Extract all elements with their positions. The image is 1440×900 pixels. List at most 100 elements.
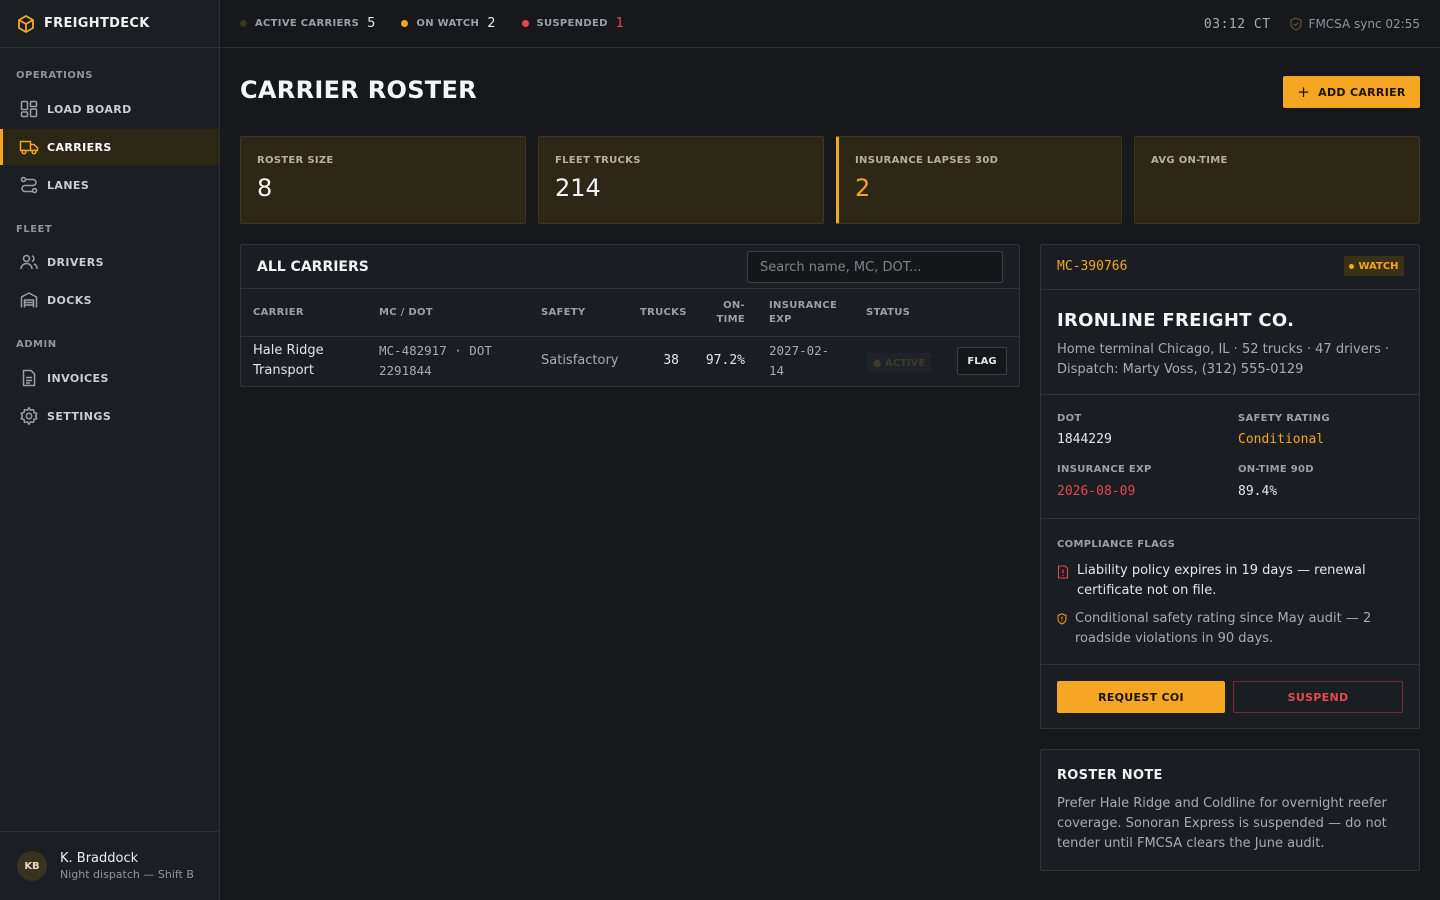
stat-label: ON WATCH [416, 18, 480, 29]
sync-status: FMCSA sync 02:55 [1289, 17, 1420, 31]
nav-section-fleet: FLEET [16, 224, 53, 235]
roster-note-title: ROSTER NOTE [1057, 768, 1163, 783]
status-dot [401, 20, 409, 27]
flag-button[interactable]: FLAG [957, 347, 1007, 375]
request-coi-button[interactable]: REQUEST COI [1057, 681, 1225, 713]
sidebar-item-label: SETTINGS [47, 409, 112, 423]
route-icon [20, 176, 38, 194]
sidebar: FREIGHTDECK OPERATIONS LOAD BOARD CARRIE… [0, 0, 220, 900]
detail-identity: IRONLINE FREIGHT CO. Home terminal Chica… [1041, 290, 1419, 395]
detail-fields: DOT 1844229 SAFETY RATING Conditional IN… [1041, 395, 1419, 519]
cell-mc-dot: MC-482917 · DOT 2291844 [379, 341, 492, 381]
compliance-flags: COMPLIANCE FLAGS Liability policy expire… [1041, 519, 1419, 665]
roster-note: ROSTER NOTE Prefer Hale Ridge and Coldli… [1040, 749, 1420, 871]
sidebar-item-label: LANES [47, 178, 90, 192]
suspend-button[interactable]: SUSPEND [1233, 681, 1403, 713]
brand-name: FREIGHTDECK [44, 16, 150, 31]
sidebar-item-invoices[interactable]: INVOICES [0, 360, 219, 396]
add-carrier-label: ADD CARRIER [1318, 85, 1406, 99]
compliance-flag-text: Conditional safety rating since May audi… [1075, 611, 1372, 646]
cell-trucks: 38 [663, 353, 679, 368]
compliance-flag-text: Liability policy expires in 19 days — re… [1077, 563, 1366, 598]
field-label-dot: DOT [1057, 413, 1082, 424]
carrier-detail-panel: MC-390766 WATCH IRONLINE FREIGHT CO. Hom… [1040, 244, 1420, 729]
table-row[interactable]: Hale Ridge Transport MC-482917 · DOT 229… [241, 245, 1019, 386]
stat-label: SUSPENDED [536, 18, 608, 29]
carriers-table-panel: ALL CARRIERS CARRIER MC / DOT SAFETY TRU… [240, 244, 1020, 387]
sync-text: FMCSA sync 02:55 [1308, 17, 1420, 31]
carrier-name-line: Transport [253, 363, 315, 378]
sidebar-item-label: DRIVERS [47, 255, 104, 269]
truck-icon [19, 140, 39, 155]
user-name: K. Braddock [60, 851, 139, 866]
sidebar-item-label: INVOICES [47, 371, 109, 385]
status-badge: ● ACTIVE [867, 353, 931, 373]
kpi-avg-on-time: AVG ON-TIME [1134, 136, 1420, 224]
sidebar-item-docks[interactable]: DOCKS [0, 282, 219, 318]
kpi-fleet-trucks: FLEET TRUCKS 214 [538, 136, 824, 224]
shield-alert-icon [1057, 613, 1067, 625]
status-dot [1349, 263, 1355, 269]
detail-mc-number: MC-390766 [1057, 259, 1128, 274]
sidebar-item-settings[interactable]: SETTINGS [0, 398, 219, 434]
compliance-flags-label: COMPLIANCE FLAGS [1057, 539, 1176, 550]
kpi-label: AVG ON-TIME [1151, 155, 1228, 166]
stat-active-carriers[interactable]: ACTIVE CARRIERS 5 [240, 16, 375, 31]
cell-insurance-exp: 2027-02- 14 [769, 341, 829, 381]
badge-label: WATCH [1358, 260, 1399, 272]
kpi-insurance-lapses: INSURANCE LAPSES 30D 2 [836, 136, 1122, 224]
watch-badge: WATCH [1344, 256, 1404, 276]
detail-carrier-subtitle: Home terminal Chicago, IL · 52 trucks · … [1057, 342, 1390, 377]
kpi-roster-size: ROSTER SIZE 8 [240, 136, 526, 224]
detail-header: MC-390766 WATCH [1041, 245, 1419, 290]
user-profile[interactable]: KB K. Braddock Night dispatch — Shift B [0, 831, 219, 900]
kpi-value: 2 [855, 174, 871, 202]
stat-suspended[interactable]: SUSPENDED 1 [521, 16, 624, 31]
status-dot [521, 20, 529, 27]
user-role: Night dispatch — Shift B [60, 868, 194, 881]
kpi-label: FLEET TRUCKS [555, 155, 641, 166]
sidebar-item-label: DOCKS [47, 293, 93, 307]
shield-icon [1289, 17, 1302, 31]
sidebar-item-carriers[interactable]: CARRIERS [0, 129, 219, 165]
field-value-safety: Conditional [1238, 432, 1325, 447]
stat-value: 5 [367, 16, 376, 31]
sidebar-item-label: CARRIERS [47, 140, 112, 154]
field-label-on-time: ON-TIME 90D [1238, 464, 1314, 475]
add-carrier-button[interactable]: + ADD CARRIER [1283, 76, 1420, 108]
warehouse-icon [20, 292, 38, 308]
field-value-on-time: 89.4% [1238, 484, 1278, 499]
mc-dot-line: MC-482917 · DOT [379, 343, 492, 358]
stat-label: ACTIVE CARRIERS [255, 18, 360, 29]
field-value-dot: 1844229 [1057, 432, 1112, 447]
sidebar-item-drivers[interactable]: DRIVERS [0, 244, 219, 280]
users-icon [20, 254, 38, 270]
sidebar-item-lanes[interactable]: LANES [0, 167, 219, 203]
nav-section-admin: ADMIN [16, 339, 57, 350]
insurance-line: 14 [769, 363, 785, 378]
field-label-safety: SAFETY RATING [1238, 413, 1330, 424]
sidebar-item-label: LOAD BOARD [47, 102, 132, 116]
cell-safety: Satisfactory [541, 353, 619, 368]
kpi-value: 214 [555, 174, 601, 202]
cell-on-time: 97.2% [705, 353, 745, 368]
box-icon [18, 14, 34, 33]
kpi-value: 8 [257, 174, 273, 202]
stat-on-watch[interactable]: ON WATCH 2 [401, 16, 496, 31]
stat-value: 2 [487, 16, 496, 31]
topbar-right: 03:12 CT FMCSA sync 02:55 [1204, 0, 1420, 48]
sidebar-item-load-board[interactable]: LOAD BOARD [0, 91, 219, 127]
kpi-label: ROSTER SIZE [257, 155, 334, 166]
detail-actions: REQUEST COI SUSPEND [1041, 665, 1419, 728]
clock: 03:12 CT [1203, 16, 1271, 32]
document-icon [22, 369, 36, 387]
roster-note-text: Prefer Hale Ridge and Coldline for overn… [1057, 796, 1387, 851]
status-dot [240, 20, 247, 27]
field-label-insurance: INSURANCE EXP [1057, 464, 1152, 475]
alert-file-icon [1057, 565, 1069, 579]
mc-dot-line: 2291844 [379, 363, 432, 378]
brand[interactable]: FREIGHTDECK [0, 0, 219, 48]
plus-icon: + [1297, 83, 1311, 101]
carrier-name-line: Hale Ridge [253, 343, 324, 358]
dashboard-icon [20, 100, 38, 118]
